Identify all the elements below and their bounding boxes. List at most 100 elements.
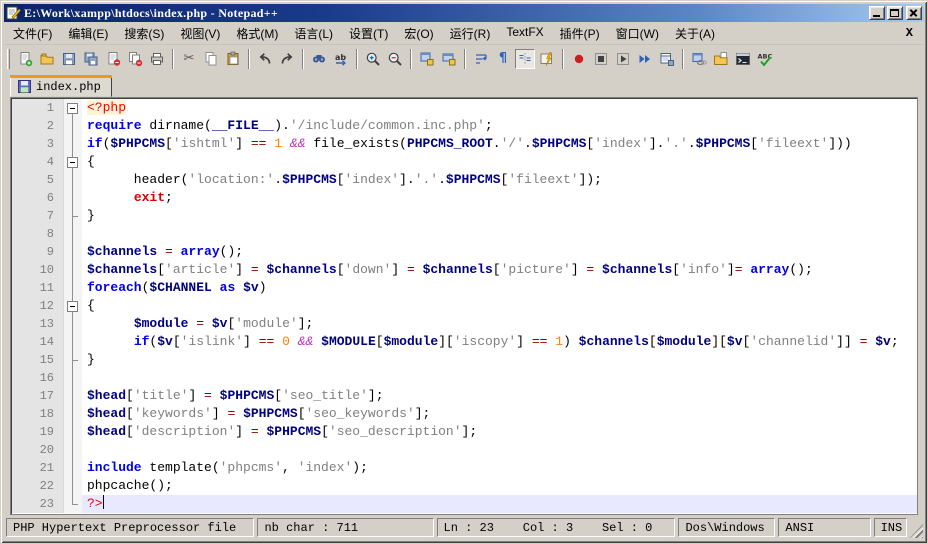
- code-line[interactable]: 9$channels = array();: [12, 243, 917, 261]
- menu-item-9[interactable]: 运行(R): [442, 22, 499, 45]
- code-line[interactable]: 18$head['keywords'] = $PHPCMS['seo_keywo…: [12, 405, 917, 423]
- menu-item-3[interactable]: 搜索(S): [116, 22, 172, 45]
- cut-button[interactable]: ✂: [179, 49, 199, 69]
- toolbar-grip[interactable]: [7, 49, 10, 69]
- code-line[interactable]: 19$head['description'] = $PHPCMS['seo_de…: [12, 423, 917, 441]
- menu-item-6[interactable]: 语言(L): [286, 22, 341, 45]
- save-all-button[interactable]: [81, 49, 101, 69]
- code-line[interactable]: 14 if($v['islink'] == 0 && $MODULE[$modu…: [12, 333, 917, 351]
- sync-scroll-v-button[interactable]: [417, 49, 437, 69]
- code-text: [82, 225, 917, 243]
- code-line[interactable]: 13 $module = $v['module'];: [12, 315, 917, 333]
- menu-item-8[interactable]: 宏(O): [396, 22, 441, 45]
- fold-guide: [64, 495, 82, 513]
- code-line[interactable]: 7}: [12, 207, 917, 225]
- zoom-out-button[interactable]: [385, 49, 405, 69]
- code-area[interactable]: 1<?php2require dirname(__FILE__).'/inclu…: [12, 99, 917, 513]
- status-bar: PHP Hypertext Preprocessor file nb char …: [4, 515, 924, 540]
- fold-collapse-button[interactable]: [64, 153, 82, 171]
- editor[interactable]: 1<?php2require dirname(__FILE__).'/inclu…: [10, 97, 918, 515]
- find-button[interactable]: [309, 49, 329, 69]
- line-number: 22: [12, 477, 64, 495]
- paste-icon: [225, 51, 241, 67]
- code-line[interactable]: 8: [12, 225, 917, 243]
- code-line[interactable]: 16: [12, 369, 917, 387]
- code-line[interactable]: 12{: [12, 297, 917, 315]
- line-number: 11: [12, 279, 64, 297]
- code-text: $channels = array();: [82, 243, 917, 261]
- menu-item-13[interactable]: 关于(A): [667, 22, 723, 45]
- spell-check-button[interactable]: ABC: [755, 49, 775, 69]
- close-button[interactable]: [906, 6, 922, 20]
- menu-item-10[interactable]: TextFX: [498, 22, 551, 45]
- menu-item-12[interactable]: 窗口(W): [608, 22, 667, 45]
- show-all-chars-button[interactable]: ¶: [493, 49, 513, 69]
- close-document-button[interactable]: X: [896, 26, 923, 40]
- tab-index-php[interactable]: index.php: [10, 75, 112, 97]
- zoom-in-button[interactable]: [363, 49, 383, 69]
- code-line[interactable]: 21include template('phpcms', 'index');: [12, 459, 917, 477]
- open-button[interactable]: [37, 49, 57, 69]
- undo-button[interactable]: [255, 49, 275, 69]
- code-line[interactable]: 5 header('location:'.$PHPCMS['index'].'.…: [12, 171, 917, 189]
- copy-button[interactable]: [201, 49, 221, 69]
- status-eol-format: Dos\Windows: [678, 518, 775, 537]
- code-line[interactable]: 2require dirname(__FILE__).'/include/com…: [12, 117, 917, 135]
- fold-guide: [64, 171, 82, 189]
- macro-run-multiple-button[interactable]: [635, 49, 655, 69]
- macro-play-button[interactable]: [613, 49, 633, 69]
- menu-item-1[interactable]: 文件(F): [5, 22, 60, 45]
- code-text: header('location:'.$PHPCMS['index'].'.'.…: [82, 171, 917, 189]
- toolbar-separator: [682, 49, 684, 69]
- minimize-button[interactable]: [869, 6, 885, 20]
- print-button[interactable]: [147, 49, 167, 69]
- word-wrap-button[interactable]: [471, 49, 491, 69]
- fold-collapse-button[interactable]: [64, 99, 82, 117]
- code-text: require dirname(__FILE__).'/include/comm…: [82, 117, 917, 135]
- line-number: 1: [12, 99, 64, 117]
- redo-button[interactable]: [277, 49, 297, 69]
- replace-button[interactable]: ab: [331, 49, 351, 69]
- resize-grip[interactable]: [910, 524, 923, 538]
- macro-stop-button[interactable]: [591, 49, 611, 69]
- function-list-button[interactable]: [537, 49, 557, 69]
- menu-item-2[interactable]: 编辑(E): [60, 22, 116, 45]
- fold-guide: [64, 405, 82, 423]
- code-line[interactable]: 20: [12, 441, 917, 459]
- code-line[interactable]: 6 exit;: [12, 189, 917, 207]
- code-line[interactable]: 4{: [12, 153, 917, 171]
- code-line[interactable]: 3if($PHPCMS['ishtml'] == 1 && file_exist…: [12, 135, 917, 153]
- line-number: 23: [12, 495, 64, 513]
- code-line[interactable]: 22phpcache();: [12, 477, 917, 495]
- menu-item-5[interactable]: 格式(M): [228, 22, 286, 45]
- open-folder-button[interactable]: [711, 49, 731, 69]
- code-line[interactable]: 11foreach($CHANNEL as $v): [12, 279, 917, 297]
- close-all-button[interactable]: [125, 49, 145, 69]
- menu-item-7[interactable]: 设置(T): [341, 22, 396, 45]
- code-line[interactable]: 23?>: [12, 495, 917, 513]
- title-bar[interactable]: E:\Work\xampp\htdocs\index.php - Notepad…: [4, 4, 924, 22]
- paste-button[interactable]: [223, 49, 243, 69]
- line-number: 14: [12, 333, 64, 351]
- indent-guide-button[interactable]: [515, 49, 535, 69]
- code-line[interactable]: 10$channels['article'] = $channels['down…: [12, 261, 917, 279]
- fold-collapse-button[interactable]: [64, 297, 82, 315]
- code-line[interactable]: 17$head['title'] = $PHPCMS['seo_title'];: [12, 387, 917, 405]
- menu-item-11[interactable]: 插件(P): [552, 22, 608, 45]
- tab-bar: index.php: [4, 72, 924, 97]
- code-text: if($v['islink'] == 0 && $MODULE[$module]…: [82, 333, 917, 351]
- notepadpp-app-icon: [6, 6, 21, 20]
- close-button[interactable]: [103, 49, 123, 69]
- macro-save-button[interactable]: [657, 49, 677, 69]
- fold-guide: [64, 477, 82, 495]
- save-button[interactable]: [59, 49, 79, 69]
- console-button[interactable]: [733, 49, 753, 69]
- code-line[interactable]: 15}: [12, 351, 917, 369]
- sync-scroll-h-button[interactable]: [439, 49, 459, 69]
- menu-item-4[interactable]: 视图(V): [172, 22, 228, 45]
- macro-record-button[interactable]: [569, 49, 589, 69]
- maximize-button[interactable]: [887, 6, 903, 20]
- panel-link-button[interactable]: [689, 49, 709, 69]
- code-line[interactable]: 1<?php: [12, 99, 917, 117]
- new-file-button[interactable]: [15, 49, 35, 69]
